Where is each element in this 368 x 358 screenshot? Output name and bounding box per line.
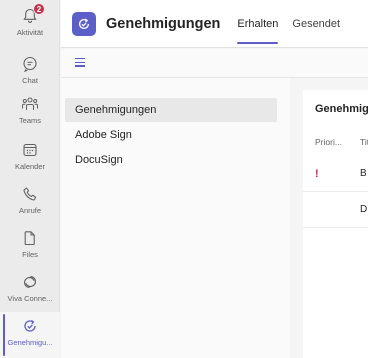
column-header-priority[interactable]: Priori... [315, 137, 342, 147]
rail-item-label: Teams [18, 116, 42, 125]
table-row[interactable]: ! B [303, 156, 368, 192]
table-row[interactable]: D [303, 192, 368, 228]
teams-icon [20, 94, 40, 114]
phone-icon [20, 184, 40, 204]
bell-icon: 2 [20, 3, 45, 26]
panel-title: Genehmigungen [315, 103, 368, 115]
rail-item-label: Kalender [14, 162, 46, 171]
rail-item-label: Aktivität [16, 28, 44, 37]
rail-item-label: Chat [22, 76, 38, 85]
rail-item-activity[interactable]: 2 Aktivität [0, 2, 60, 48]
column-header-title[interactable]: Titel [360, 137, 368, 147]
calendar-icon [20, 140, 40, 160]
rail-item-label: Genehmigu... [7, 338, 53, 347]
chat-icon [20, 54, 40, 74]
menu-icon[interactable] [75, 58, 85, 67]
notification-badge: 2 [33, 3, 45, 15]
nav-item-approvals[interactable]: Genehmigungen [65, 98, 277, 122]
rail-item-viva-connections[interactable]: Viva Conne... [0, 268, 60, 314]
tab-sent[interactable]: Gesendet [292, 0, 340, 48]
rail-item-files[interactable]: Files [0, 224, 60, 270]
viva-connections-icon [20, 272, 40, 292]
rail-item-approvals[interactable]: Genehmigu... [0, 312, 60, 358]
row-title: D [360, 204, 368, 215]
nav-item-docusign[interactable]: DocuSign [65, 148, 277, 172]
approvals-icon [20, 316, 40, 336]
rail-item-label: Anrufe [18, 206, 42, 215]
provider-nav: Genehmigungen Adobe Sign DocuSign [61, 78, 290, 358]
nav-item-adobe-sign[interactable]: Adobe Sign [65, 123, 277, 147]
file-icon [20, 228, 40, 248]
priority-indicator: ! [315, 168, 319, 180]
app-header: Genehmigungen Erhalten Gesendet [61, 0, 368, 48]
row-title: B [360, 168, 367, 179]
rail-item-label: Viva Conne... [7, 294, 53, 303]
rail-item-label: Files [22, 250, 38, 259]
app-title: Genehmigungen [106, 15, 221, 32]
rail-item-calendar[interactable]: Kalender [0, 136, 60, 182]
rail-item-calls[interactable]: Anrufe [0, 180, 60, 226]
rail-item-teams[interactable]: Teams [0, 90, 60, 136]
tab-received[interactable]: Erhalten [237, 0, 278, 48]
app-rail: 2 Aktivität Chat Teams Kalender Anrufe F… [0, 0, 60, 358]
approvals-list-panel: Genehmigungen Priori... Titel ! B D [303, 90, 368, 358]
approvals-app-icon [72, 11, 96, 36]
toolbar [61, 49, 368, 78]
